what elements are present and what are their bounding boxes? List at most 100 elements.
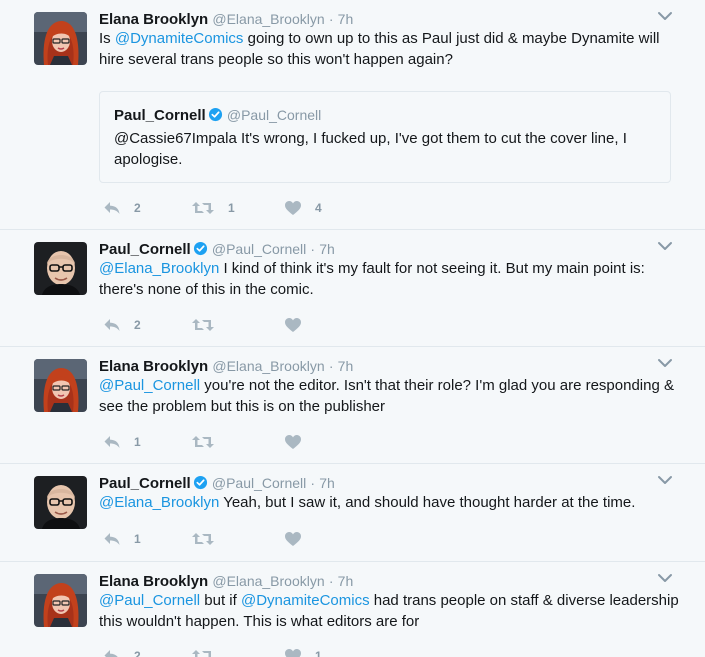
tweet-header: Elana Brooklyn @Elana_Brooklyn · 7h [99,572,353,591]
reply-icon [103,200,121,216]
mention-link[interactable]: @Elana_Brooklyn [99,260,219,277]
reply-count: 2 [134,201,141,215]
quoted-author-handle: @Paul_Cornell [226,107,322,123]
timeline: Elana Brooklyn @Elana_Brooklyn · 7h Is @… [0,0,705,657]
author-handle[interactable]: @Paul_Cornell [212,475,306,491]
reply-icon [103,648,121,657]
timestamp[interactable]: 7h [338,11,354,27]
mention-link[interactable]: @Paul_Cornell [99,592,200,609]
reply-button[interactable]: 2 [103,646,141,657]
tweet-actions: 1 [103,432,403,452]
tweet-actions: 2 1 4 [103,198,403,218]
chevron-down-icon[interactable] [657,572,673,584]
retweet-icon [191,434,215,450]
text-segment: Yeah, but I saw it, and should have thou… [219,494,636,511]
tweet[interactable]: Elana Brooklyn @Elana_Brooklyn · 7h @Pau… [0,347,705,464]
retweet-icon [191,648,215,657]
author-handle[interactable]: @Elana_Brooklyn [212,358,324,374]
tweet-actions: 1 [103,529,403,549]
heart-icon [284,648,302,657]
verified-badge-icon [193,241,208,256]
tweet-text: Is @DynamiteComics going to own up to th… [99,29,679,70]
verified-badge-icon [193,475,208,490]
avatar[interactable] [34,242,87,295]
like-button[interactable] [284,529,302,549]
author-name[interactable]: Elana Brooklyn [99,573,208,590]
red-haired-woman-avatar-icon [34,574,87,627]
author-name[interactable]: Paul_Cornell [99,241,191,258]
like-count: 4 [315,201,322,215]
retweet-icon [191,200,215,216]
like-button[interactable]: 4 [284,198,322,218]
retweet-button[interactable]: 1 [191,198,235,218]
separator-dot: · [310,475,316,491]
author-handle[interactable]: @Elana_Brooklyn [212,573,324,589]
timestamp[interactable]: 7h [319,475,335,491]
retweet-icon [191,317,215,333]
mention-link[interactable]: @DynamiteComics [115,30,244,47]
mention-link[interactable]: @DynamiteComics [241,592,370,609]
heart-icon [284,317,302,333]
like-button[interactable] [284,315,302,335]
mention-link[interactable]: @Paul_Cornell [99,377,200,394]
separator-dot: · [328,11,334,27]
chevron-down-icon[interactable] [657,10,673,22]
reply-button[interactable]: 1 [103,432,141,452]
heart-icon [284,200,302,216]
tweet-header: Paul_Cornell @Paul_Cornell · 7h [99,240,335,259]
like-button[interactable] [284,432,302,452]
heart-icon [284,434,302,450]
quoted-tweet[interactable]: Paul_Cornell @Paul_Cornell @Cassie67Impa… [99,91,671,183]
tweet-text: @Paul_Cornell but if @DynamiteComics had… [99,591,679,632]
retweet-button[interactable] [191,529,215,549]
avatar[interactable] [34,12,87,65]
tweet-text: @Paul_Cornell you're not the editor. Isn… [99,376,679,417]
reply-icon [103,531,121,547]
avatar[interactable] [34,574,87,627]
reply-button[interactable]: 2 [103,198,141,218]
tweet-text: @Elana_Brooklyn Yeah, but I saw it, and … [99,493,679,514]
reply-button[interactable]: 2 [103,315,141,335]
quoted-tweet-header: Paul_Cornell @Paul_Cornell [114,107,321,124]
tweet[interactable]: Elana Brooklyn @Elana_Brooklyn · 7h @Pau… [0,562,705,657]
chevron-down-icon[interactable] [657,357,673,369]
author-handle[interactable]: @Elana_Brooklyn [212,11,324,27]
text-segment: Is [99,30,115,47]
author-name[interactable]: Elana Brooklyn [99,11,208,28]
reply-button[interactable]: 1 [103,529,141,549]
verified-badge-icon [208,107,223,122]
tweet[interactable]: Paul_Cornell @Paul_Cornell · 7h @Elana_B… [0,230,705,347]
timestamp[interactable]: 7h [319,241,335,257]
tweet-actions: 2 1 [103,646,403,657]
retweet-icon [191,531,215,547]
quoted-author-name: Paul_Cornell [114,107,206,124]
reply-count: 2 [134,649,141,657]
tweet[interactable]: Elana Brooklyn @Elana_Brooklyn · 7h Is @… [0,0,705,230]
timestamp[interactable]: 7h [338,358,354,374]
red-haired-woman-avatar-icon [34,12,87,65]
chevron-down-icon[interactable] [657,240,673,252]
heart-icon [284,531,302,547]
author-name[interactable]: Elana Brooklyn [99,358,208,375]
tweet-header: Elana Brooklyn @Elana_Brooklyn · 7h [99,10,353,29]
author-name[interactable]: Paul_Cornell [99,475,191,492]
chevron-down-icon[interactable] [657,474,673,486]
retweet-button[interactable] [191,315,215,335]
bald-man-glasses-avatar-icon [34,476,87,529]
reply-count: 1 [134,532,141,546]
reply-icon [103,317,121,333]
text-segment: but if [200,592,241,609]
avatar[interactable] [34,359,87,412]
avatar[interactable] [34,476,87,529]
mention-link[interactable]: @Elana_Brooklyn [99,494,219,511]
timestamp[interactable]: 7h [338,573,354,589]
retweet-button[interactable] [191,646,215,657]
retweet-count: 1 [228,201,235,215]
retweet-button[interactable] [191,432,215,452]
author-handle[interactable]: @Paul_Cornell [212,241,306,257]
reply-icon [103,434,121,450]
red-haired-woman-avatar-icon [34,359,87,412]
like-button[interactable]: 1 [284,646,322,657]
tweet-header: Paul_Cornell @Paul_Cornell · 7h [99,474,335,493]
tweet[interactable]: Paul_Cornell @Paul_Cornell · 7h @Elana_B… [0,464,705,562]
